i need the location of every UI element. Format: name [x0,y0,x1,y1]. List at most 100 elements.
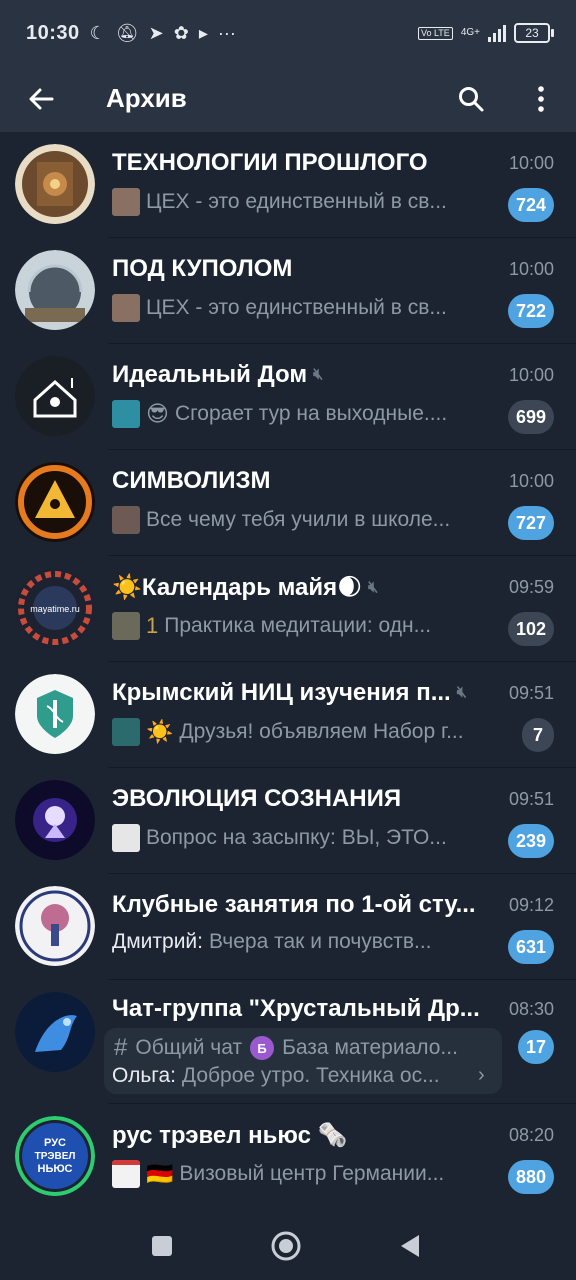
avatar-text-rus: РУС [44,1137,66,1149]
chat-name: ☀️Календарь майя🌒 🔇︎ [112,574,379,601]
chat-time: 10:00 [508,365,554,385]
unread-badge: 724 [507,188,554,222]
unread-badge: 239 [507,824,554,858]
play-icon: ▸ [198,22,208,43]
avatar [15,992,95,1072]
video-thumbnail [112,400,140,428]
mute-icon: 🔇︎ [368,578,379,596]
search-button[interactable] [450,78,492,120]
chat-row[interactable]: mayatime.ru ☀️Календарь майя🌒 🔇︎ 09:59 1… [0,556,576,662]
battery-icon: 23 [514,23,554,43]
chat-row[interactable]: Идеальный Дом 🔇︎ 10:00 😎 Сгорает тур на … [0,344,576,450]
chat-row[interactable]: СИМВОЛИЗМ 10:00 Все чему тебя учили в шк… [0,450,576,556]
chat-preview: Вопрос на засыпку: ВЫ, ЭТО... [112,824,496,852]
avatar: mayatime.ru [15,568,95,648]
chat-name: рус трэвел ньюс 🗞️ [112,1122,348,1149]
topic-letter-icon: Б [250,1036,275,1060]
avatar [15,250,95,330]
unread-badge: 631 [507,930,554,964]
more-vertical-icon [538,86,544,112]
unread-badge: 17 [517,1030,554,1064]
avatar-text-news: НЬЮС [38,1163,73,1175]
chat-time: 09:51 [508,789,554,809]
avatar-text-travel: ТРЭВЕЛ [35,1151,76,1162]
chat-list: ТЕХНОЛОГИИ ПРОШЛОГО 10:00 ЦЕХ - это един… [0,132,576,1210]
unread-badge: 880 [507,1160,554,1194]
chat-time: 10:00 [508,259,554,279]
video-thumbnail [112,294,140,322]
page-title: Архив [106,83,187,113]
image-thumbnail [112,718,140,746]
search-icon [459,87,484,112]
chat-preview: 😎 Сгорает тур на выходные.... [112,400,496,428]
chat-time: 10:00 [508,471,554,491]
hash-icon: # [114,1034,128,1061]
chat-preview: ☀️ Друзья! объявляем Набор г... [112,718,496,746]
chat-preview: ЦЕХ - это единственный в св... [112,188,496,216]
mute-icon: 🔇︎ [313,366,324,383]
chat-name: ПОД КУПОЛОМ [112,255,293,282]
status-bar: 10:30 ☾ 🔕︎ ➤ ✿ ▸ ··· Vo LTE 4G+ 23 [0,0,576,66]
chat-name: ЭВОЛЮЦИЯ СОЗНАНИЯ [112,785,402,812]
chat-row[interactable]: Чат-группа "Хрустальный Др... 08:30 # Об… [0,980,576,1104]
topic-general: Общий чат [135,1036,243,1059]
chat-name: Крымский НИЦ изучения п... 🔇︎ [112,679,467,706]
app-icon: ✿ [173,22,189,43]
unread-badge: 722 [507,294,554,328]
more-notifications-icon: ··· [217,22,236,43]
chat-name: Чат-группа "Хрустальный Др... [112,995,480,1022]
unread-badge: 727 [507,506,554,540]
image-thumbnail [112,506,140,534]
last-message: Ольга: Доброе утро. Техника ос... [112,1064,440,1087]
volte-icon: Vo LTE [417,26,453,40]
system-nav-bar [0,1212,576,1280]
chat-name: ТЕХНОЛОГИИ ПРОШЛОГО [112,149,428,176]
chat-preview: ЦЕХ - это единственный в св... [112,294,496,322]
triangle-back-icon [401,1235,419,1257]
chat-preview: Все чему тебя учили в школе... [112,506,496,534]
topic-materials: База материало... [282,1036,458,1059]
back-button[interactable] [20,78,62,120]
maya-logo-text: mayatime.ru [30,604,80,614]
chat-row[interactable]: ПОД КУПОЛОМ 10:00 ЦЕХ - это единственный… [0,238,576,344]
avatar [15,674,95,754]
avatar [15,144,95,224]
chat-time: 09:59 [508,577,554,597]
chat-name: Идеальный Дом 🔇︎ [112,361,324,388]
more-button[interactable] [520,78,562,120]
chat-row[interactable]: ЭВОЛЮЦИЯ СОЗНАНИЯ 09:51 Вопрос на засыпк… [0,768,576,874]
chat-row[interactable]: ТЕХНОЛОГИИ ПРОШЛОГО 10:00 ЦЕХ - это един… [0,132,576,238]
chat-row[interactable]: РУС ТРЭВЕЛ НЬЮС рус трэвел ньюс 🗞️ 08:20… [0,1104,576,1210]
square-icon [152,1236,172,1256]
arrow-left-icon [29,88,54,110]
home-button[interactable] [270,1230,302,1262]
chat-row[interactable]: Крымский НИЦ изучения п... 🔇︎ 09:51 ☀️ Д… [0,662,576,768]
telegram-icon: ➤ [148,22,164,43]
unread-badge: 699 [507,400,554,434]
app-bar: Архив [0,66,576,132]
video-thumbnail [112,188,140,216]
moon-icon: ☾ [89,22,106,43]
topic-list: # Общий чат Б База материало... [114,1034,494,1062]
silent-icon: 🔕︎ [115,22,139,43]
avatar [15,356,95,436]
image-thumbnail [112,612,140,640]
chat-name: СИМВОЛИЗМ [112,467,271,494]
chat-name: Клубные занятия по 1-ой сту... [112,891,476,918]
calendar-icon [112,1160,140,1188]
circle-icon [271,1231,301,1261]
mute-icon: 🔇︎ [456,684,467,701]
avatar [15,886,95,966]
chat-preview: 🇩🇪 Визовый центр Германии... [112,1160,496,1188]
chat-time: 08:20 [508,1125,554,1145]
unread-badge: 102 [507,612,554,646]
image-thumbnail [112,824,140,852]
chat-time: 09:51 [508,683,554,703]
back-nav-button[interactable] [394,1230,426,1262]
network-type: 4G+ [460,27,480,38]
recents-button[interactable] [146,1230,178,1262]
chat-row[interactable]: Клубные занятия по 1-ой сту... 09:12 Дми… [0,874,576,980]
chevron-right-icon: › [478,1064,485,1086]
avatar [15,780,95,860]
chat-time: 08:30 [508,999,554,1019]
